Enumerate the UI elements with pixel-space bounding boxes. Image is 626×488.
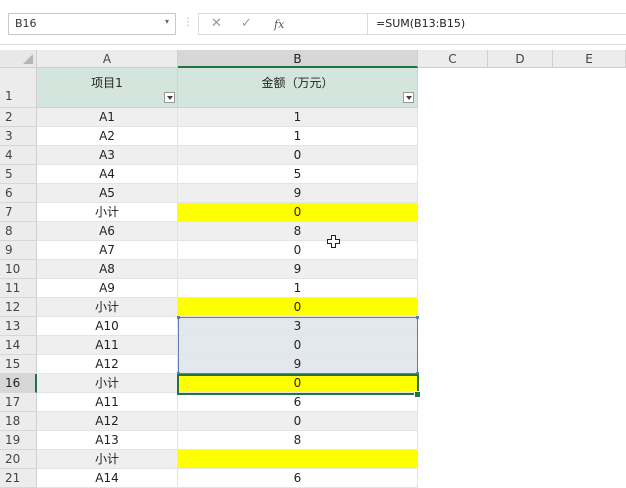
filter-dropdown-icon[interactable] (403, 92, 414, 103)
header-cell-amount[interactable]: 金额（万元） (178, 68, 418, 108)
cell-amount[interactable]: 0 (178, 146, 418, 165)
cell-item[interactable]: 小计 (37, 203, 178, 222)
row-header[interactable]: 10 (0, 260, 37, 279)
cell-amount[interactable]: 0 (178, 336, 418, 355)
cell-item[interactable]: 小计 (37, 450, 178, 469)
cancel-icon[interactable]: ✕ (211, 16, 222, 31)
check-icon[interactable]: ✓ (241, 16, 252, 31)
cell-item[interactable]: A6 (37, 222, 178, 241)
cell-item[interactable]: A12 (37, 355, 178, 374)
row-header[interactable]: 4 (0, 146, 37, 165)
cell-item[interactable]: A14 (37, 469, 178, 488)
cell-amount[interactable]: 9 (178, 260, 418, 279)
cell-item[interactable]: A3 (37, 146, 178, 165)
range-handle[interactable] (177, 372, 180, 375)
header-cell-item[interactable]: 项目1 (37, 68, 178, 108)
cell-item[interactable]: A12 (37, 412, 178, 431)
row-header[interactable]: 9 (0, 241, 37, 260)
row-header[interactable]: 19 (0, 431, 37, 450)
row-header[interactable]: 20 (0, 450, 37, 469)
row-header[interactable]: 8 (0, 222, 37, 241)
row-header[interactable]: 17 (0, 393, 37, 412)
formula-buttons: ✕ ✓ fx (198, 13, 368, 35)
cell-item[interactable]: A11 (37, 336, 178, 355)
cell-amount[interactable]: 1 (178, 127, 418, 146)
cell-item[interactable]: A13 (37, 431, 178, 450)
row-header[interactable]: 21 (0, 469, 37, 488)
formula-text: =SUM(B13:B15) (376, 17, 466, 30)
select-all-button[interactable] (0, 50, 37, 68)
row-header[interactable]: 15 (0, 355, 37, 374)
cell-item[interactable]: A10 (37, 317, 178, 336)
insert-function-icon[interactable]: fx (274, 18, 284, 31)
cell-item[interactable]: A1 (37, 108, 178, 127)
row-header[interactable]: 18 (0, 412, 37, 431)
row-header[interactable]: 7 (0, 203, 37, 222)
row-header[interactable]: 13 (0, 317, 37, 336)
row-header[interactable]: 16 (0, 374, 37, 393)
cell-amount[interactable]: 1 (178, 108, 418, 127)
row-header[interactable]: 2 (0, 108, 37, 127)
cell-amount[interactable]: 8 (178, 222, 418, 241)
cell-item[interactable]: A5 (37, 184, 178, 203)
cell-subtotal[interactable]: 0 (178, 374, 418, 393)
cell-item[interactable]: A2 (37, 127, 178, 146)
column-header-c[interactable]: C (418, 50, 488, 68)
cell-item[interactable]: A11 (37, 393, 178, 412)
cursor-crosshair-icon (327, 235, 340, 248)
cell-amount[interactable]: 0 (178, 241, 418, 260)
chevron-down-icon[interactable]: ▾ (165, 17, 169, 26)
cell-amount[interactable]: 5 (178, 165, 418, 184)
cell-amount[interactable]: 8 (178, 431, 418, 450)
row-header[interactable]: 11 (0, 279, 37, 298)
column-header-d[interactable]: D (488, 50, 553, 68)
cell-item[interactable]: A9 (37, 279, 178, 298)
column-header-a[interactable]: A (37, 50, 178, 68)
filter-dropdown-icon[interactable] (164, 92, 175, 103)
cell-amount[interactable]: 1 (178, 279, 418, 298)
column-header-b[interactable]: B (178, 50, 418, 68)
cell-amount[interactable]: 6 (178, 469, 418, 488)
cell-subtotal[interactable]: 0 (178, 298, 418, 317)
formula-input[interactable]: =SUM(B13:B15) (367, 13, 626, 35)
cell-item[interactable]: A7 (37, 241, 178, 260)
fill-handle[interactable] (414, 391, 421, 398)
cell-subtotal[interactable] (178, 450, 418, 469)
row-header[interactable]: 6 (0, 184, 37, 203)
name-box[interactable]: B16 ▾ (8, 13, 176, 35)
row-header[interactable]: 12 (0, 298, 37, 317)
row-header[interactable]: 3 (0, 127, 37, 146)
cell-amount[interactable]: 0 (178, 412, 418, 431)
column-header-e[interactable]: E (553, 50, 626, 68)
vertical-dots-icon: ⋮ (183, 17, 193, 28)
cell-amount[interactable]: 3 (178, 317, 418, 336)
formula-bar: B16 ▾ ⋮ ✕ ✓ fx =SUM(B13:B15) (0, 0, 626, 45)
cell-amount[interactable]: 9 (178, 184, 418, 203)
cell-item[interactable]: 小计 (37, 374, 178, 393)
row-header[interactable]: 14 (0, 336, 37, 355)
range-handle[interactable] (177, 316, 180, 319)
cell-item[interactable]: 小计 (37, 298, 178, 317)
cell-item[interactable]: A4 (37, 165, 178, 184)
cell-amount[interactable]: 9 (178, 355, 418, 374)
cell-subtotal[interactable]: 0 (178, 203, 418, 222)
row-header[interactable]: 1 (0, 68, 37, 108)
cell-amount[interactable]: 6 (178, 393, 418, 412)
range-handle[interactable] (416, 316, 419, 319)
range-handle[interactable] (416, 372, 419, 375)
cell-item[interactable]: A8 (37, 260, 178, 279)
name-box-value: B16 (15, 17, 37, 30)
row-header[interactable]: 5 (0, 165, 37, 184)
